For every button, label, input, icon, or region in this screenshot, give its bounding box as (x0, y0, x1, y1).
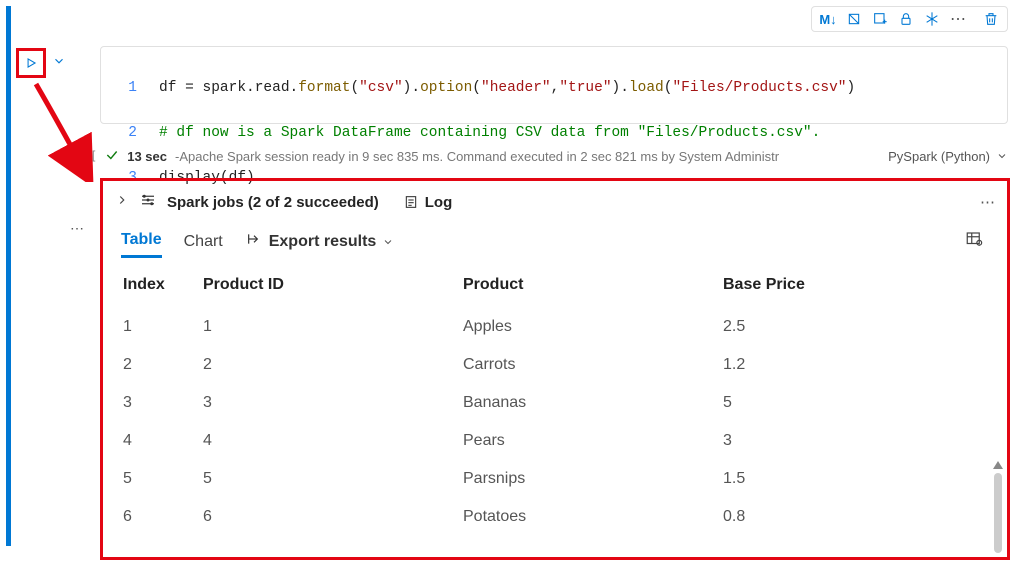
execution-message: -Apache Spark session ready in 9 sec 835… (175, 149, 779, 164)
status-success-icon (105, 148, 119, 165)
table-cell: Bananas (461, 384, 721, 422)
freeze-button[interactable] (920, 8, 944, 30)
run-cell-button[interactable] (16, 48, 46, 78)
delete-cell-button[interactable] (979, 8, 1003, 30)
annotation-arrow (28, 82, 98, 182)
cell-side-menu[interactable]: ⋯ (70, 220, 85, 237)
spark-jobs-label: Spark jobs (2 of 2 succeeded) (167, 194, 379, 211)
table-row[interactable]: 11Apples2.5 (121, 308, 989, 346)
add-cell-button[interactable] (868, 8, 892, 30)
export-results-button[interactable]: Export results (245, 231, 395, 252)
spark-jobs-row: Spark jobs (2 of 2 succeeded) Log ⋯ (103, 181, 1007, 221)
run-menu-dropdown[interactable] (52, 48, 66, 71)
spark-jobs-expand-toggle[interactable] (115, 193, 129, 211)
table-settings-button[interactable] (965, 230, 983, 253)
table-cell: 3 (201, 384, 461, 422)
table-header-row: Index Product ID Product Base Price (121, 264, 989, 308)
table-cell: 5 (721, 384, 989, 422)
spark-jobs-icon (139, 191, 157, 213)
table-cell: 6 (121, 498, 201, 536)
cell-toolbar: M↓ ⋯ (811, 6, 1008, 32)
output-tabs: Table Chart Export results (103, 221, 1007, 258)
col-base-price[interactable]: Base Price (721, 264, 989, 308)
export-icon (245, 231, 263, 252)
table-row[interactable]: 66Potatoes0.8 (121, 498, 989, 536)
table-row[interactable]: 22Carrots1.2 (121, 346, 989, 384)
execution-duration: 13 sec (127, 149, 167, 164)
table-cell: 1.5 (721, 460, 989, 498)
table-cell: 6 (201, 498, 461, 536)
table-cell: Apples (461, 308, 721, 346)
table-cell: Potatoes (461, 498, 721, 536)
col-index[interactable]: Index (121, 264, 201, 308)
collapse-output-toggle[interactable]: [ (90, 149, 97, 163)
table-cell: 1.2 (721, 346, 989, 384)
table-cell: 2 (121, 346, 201, 384)
table-cell: 1 (121, 308, 201, 346)
lock-button[interactable] (894, 8, 918, 30)
clear-output-button[interactable] (842, 8, 866, 30)
output-more-actions[interactable]: ⋯ (980, 193, 995, 211)
table-cell: 4 (201, 422, 461, 460)
col-product[interactable]: Product (461, 264, 721, 308)
table-cell: 3 (121, 384, 201, 422)
tab-chart[interactable]: Chart (184, 227, 223, 257)
vertical-scrollbar[interactable] (993, 461, 1003, 541)
table-cell: 3 (721, 422, 989, 460)
table-cell: Carrots (461, 346, 721, 384)
log-button[interactable]: Log (403, 194, 453, 211)
table-cell: Pears (461, 422, 721, 460)
cell-output-panel: Spark jobs (2 of 2 succeeded) Log ⋯ Tabl… (100, 178, 1010, 560)
cell-more-actions[interactable]: ⋯ (946, 9, 971, 29)
table-row[interactable]: 55Parsnips1.5 (121, 460, 989, 498)
line-number: 1 (111, 77, 137, 99)
cell-active-indicator (6, 6, 11, 546)
results-table: Index Product ID Product Base Price 11Ap… (121, 264, 989, 536)
language-selector[interactable]: PySpark (Python) (888, 149, 1008, 164)
table-cell: 1 (201, 308, 461, 346)
scrollbar-thumb[interactable] (994, 473, 1002, 553)
table-cell: 2.5 (721, 308, 989, 346)
chevron-down-icon (382, 236, 394, 248)
table-cell: 2 (201, 346, 461, 384)
table-cell: 5 (121, 460, 201, 498)
table-cell: 5 (201, 460, 461, 498)
table-cell: Parsnips (461, 460, 721, 498)
execution-status-bar: [ 13 sec -Apache Spark session ready in … (90, 142, 1008, 170)
tab-table[interactable]: Table (121, 225, 162, 258)
code-editor[interactable]: 1df = spark.read.format("csv").option("h… (100, 46, 1008, 124)
scroll-up-icon (993, 461, 1003, 469)
table-row[interactable]: 44Pears3 (121, 422, 989, 460)
table-cell: 4 (121, 422, 201, 460)
convert-markdown-button[interactable]: M↓ (816, 8, 840, 30)
table-row[interactable]: 33Bananas5 (121, 384, 989, 422)
table-cell: 0.8 (721, 498, 989, 536)
col-product-id[interactable]: Product ID (201, 264, 461, 308)
